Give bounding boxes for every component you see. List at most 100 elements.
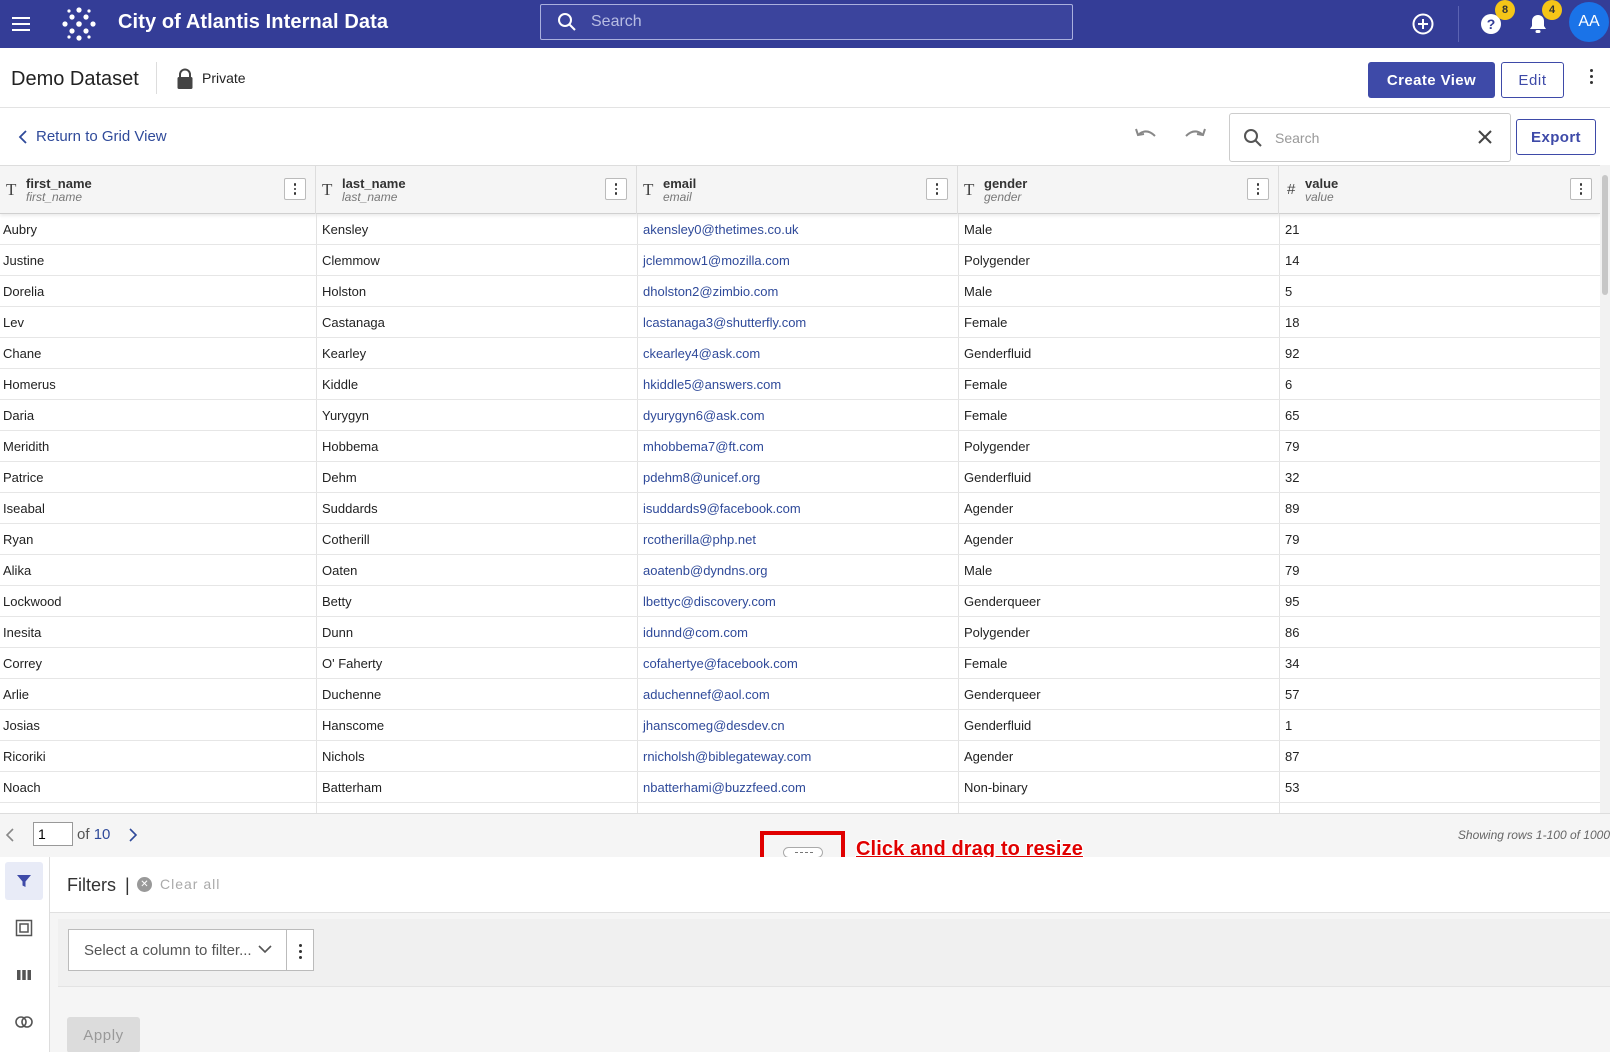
create-view-button[interactable]: Create View: [1368, 62, 1495, 98]
column-header-value[interactable]: # value value: [1279, 166, 1600, 214]
email-cell[interactable]: pdehm8@unicef.org: [643, 470, 760, 485]
scrollbar-thumb[interactable]: [1602, 175, 1608, 295]
undo-icon[interactable]: [1133, 126, 1159, 146]
table-row[interactable]: Daria Yurygyn dyurygyn6@ask.com Female 65: [0, 400, 1600, 431]
value-cell: 87: [1285, 749, 1300, 764]
join-rail-button[interactable]: [5, 1003, 43, 1041]
email-cell[interactable]: jclemmow1@mozilla.com: [643, 253, 790, 268]
email-cell[interactable]: akensley0@thetimes.co.uk: [643, 222, 799, 237]
table-row[interactable]: Josias Hanscome jhanscomeg@desdev.cn Gender…: [0, 710, 1600, 741]
grid-search-input[interactable]: [1275, 129, 1465, 146]
email-cell[interactable]: lcastanaga3@shutterfly.com: [643, 315, 806, 330]
grid-scrollbar[interactable]: [1600, 165, 1610, 813]
chevron-left-icon[interactable]: [5, 827, 15, 843]
email-cell[interactable]: ckearley4@ask.com: [643, 346, 760, 361]
table-row[interactable]: Alika Oaten aoatenb@dyndns.org Male 79: [0, 555, 1600, 586]
table-row[interactable]: JasmineBlivenjblivenj@cbslocal.comMale52: [0, 803, 1600, 813]
column-menu-icon[interactable]: [926, 178, 948, 200]
redo-icon[interactable]: [1182, 126, 1208, 146]
text-type-icon: T: [6, 180, 17, 199]
column-menu-icon[interactable]: [605, 178, 627, 200]
column-menu-icon[interactable]: [1570, 178, 1592, 200]
table-row[interactable]: Chane Kearley ckearley4@ask.com Genderfluid…: [0, 338, 1600, 369]
value-cell: 14: [1285, 253, 1300, 268]
column-header-gender[interactable]: T gender gender: [958, 166, 1279, 214]
table-row[interactable]: Meridith Hobbema mhobbema7@ft.com Polygende…: [0, 431, 1600, 462]
first-name-cell: Dorelia: [3, 284, 45, 299]
email-cell[interactable]: dyurygyn6@ask.com: [643, 408, 765, 423]
email-cell[interactable]: aoatenb@dyndns.org: [643, 563, 768, 578]
email-cell[interactable]: lbettyc@discovery.com: [643, 594, 776, 609]
edit-button[interactable]: Edit: [1501, 62, 1564, 98]
gender-cell: Agender: [964, 749, 1014, 764]
table-row[interactable]: Ryan Cotherill rcotherilla@php.net Agender 7…: [0, 524, 1600, 555]
table-row[interactable]: Iseabal Suddards isuddards9@facebook.com Ag…: [0, 493, 1600, 524]
apply-button[interactable]: Apply: [67, 1017, 140, 1052]
column-menu-icon[interactable]: [284, 178, 306, 200]
more-options-icon[interactable]: [1586, 66, 1596, 92]
layout-rail-button[interactable]: [5, 909, 43, 947]
email-cell[interactable]: isuddards9@facebook.com: [643, 501, 801, 516]
value-cell: 89: [1285, 501, 1300, 516]
table-row[interactable]: Noach Batterham nbatterhami@buzzfeed.com No…: [0, 772, 1600, 803]
clear-all-button[interactable]: ✕ Clear all: [137, 876, 220, 892]
clear-all-label: Clear all: [160, 876, 221, 892]
chevron-right-icon[interactable]: [128, 827, 138, 843]
email-cell[interactable]: nbatterhami@buzzfeed.com: [643, 780, 806, 795]
export-button[interactable]: Export: [1516, 119, 1596, 155]
email-cell[interactable]: cofahertye@facebook.com: [643, 656, 798, 671]
email-cell[interactable]: mhobbema7@ft.com: [643, 439, 764, 454]
page-number-input[interactable]: [33, 822, 73, 846]
logo-icon: [62, 7, 96, 41]
grid-rows: Aubry Kensley akensley0@thetimes.co.uk Male…: [0, 214, 1600, 813]
email-cell[interactable]: aduchennef@aol.com: [643, 687, 770, 702]
gender-cell: Agender: [964, 501, 1014, 516]
column-header-first-name[interactable]: T first_name first_name: [0, 166, 316, 214]
column-header-last-name[interactable]: T last_name last_name: [316, 166, 637, 214]
filter-options-icon[interactable]: [286, 929, 314, 971]
email-cell[interactable]: hkiddle5@answers.com: [643, 377, 781, 392]
table-row[interactable]: Lev Castanaga lcastanaga3@shutterfly.com Fe…: [0, 307, 1600, 338]
value-cell: 53: [1285, 780, 1300, 795]
table-row[interactable]: Patrice Dehm pdehm8@unicef.org Genderfluid 3…: [0, 462, 1600, 493]
email-cell[interactable]: idunnd@com.com: [643, 625, 748, 640]
email-cell[interactable]: rcotherilla@php.net: [643, 532, 756, 547]
of-label: of: [77, 826, 90, 843]
filter-rail-button[interactable]: [5, 862, 43, 900]
table-row[interactable]: Correy O' Faherty cofahertye@facebook.com F…: [0, 648, 1600, 679]
data-grid: T first_name first_name T last_name last…: [0, 165, 1600, 813]
last-name-cell: Kiddle: [322, 377, 359, 392]
table-row[interactable]: Homerus Kiddle hkiddle5@answers.com Female 6: [0, 369, 1600, 400]
menu-icon[interactable]: [12, 13, 34, 35]
chevron-down-icon: [258, 945, 272, 954]
email-cell[interactable]: rnicholsh@biblegateway.com: [643, 749, 811, 764]
first-name-cell: Meridith: [3, 439, 50, 454]
table-row[interactable]: Ricoriki Nichols rnicholsh@biblegateway.co…: [0, 741, 1600, 772]
table-row[interactable]: Inesita Dunn idunnd@com.com Polygender 86: [0, 617, 1600, 648]
add-circle-icon[interactable]: [1409, 10, 1437, 38]
notifications-button[interactable]: 4: [1524, 0, 1562, 38]
avatar[interactable]: AA: [1569, 2, 1609, 42]
global-search-input[interactable]: [591, 13, 1041, 31]
gender-cell: Genderqueer: [964, 594, 1041, 609]
column-header-email[interactable]: T email email: [637, 166, 958, 214]
table-row[interactable]: Lockwood Betty lbettyc@discovery.com Gender…: [0, 586, 1600, 617]
grid-search[interactable]: [1229, 113, 1511, 162]
table-row[interactable]: Dorelia Holston dholston2@zimbio.com Male 5: [0, 276, 1600, 307]
column-menu-icon[interactable]: [1247, 178, 1269, 200]
return-to-grid-link[interactable]: Return to Grid View: [18, 128, 167, 145]
email-cell[interactable]: jhanscomeg@desdev.cn: [643, 718, 785, 733]
global-search[interactable]: [540, 4, 1073, 40]
table-row[interactable]: Arlie Duchenne aduchennef@aol.com Genderque…: [0, 679, 1600, 710]
table-row[interactable]: Aubry Kensley akensley0@thetimes.co.uk Male…: [0, 214, 1600, 245]
last-name-cell: Nichols: [322, 749, 365, 764]
value-cell: 92: [1285, 346, 1300, 361]
email-cell[interactable]: dholston2@zimbio.com: [643, 284, 778, 299]
columns-rail-button[interactable]: [5, 956, 43, 994]
text-type-icon: T: [964, 180, 975, 199]
close-icon[interactable]: [1476, 128, 1494, 146]
last-name-cell: Duchenne: [322, 687, 382, 702]
filter-column-select[interactable]: Select a column to filter...: [68, 929, 286, 971]
help-button[interactable]: ? 8: [1477, 0, 1515, 38]
table-row[interactable]: Justine Clemmow jclemmow1@mozilla.com Polyg…: [0, 245, 1600, 276]
